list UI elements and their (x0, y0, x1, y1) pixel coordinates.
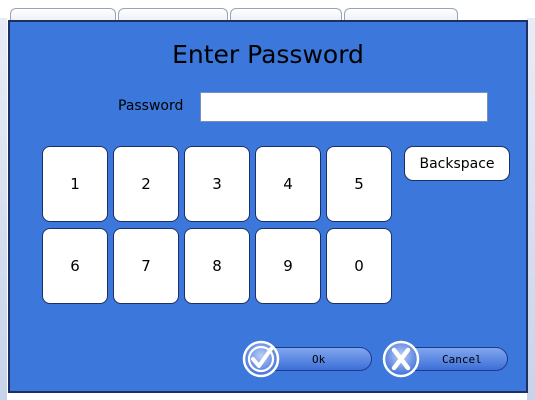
password-label: Password (118, 98, 184, 114)
x-icon (382, 340, 420, 378)
ok-label: Ok (312, 353, 326, 366)
backspace-button[interactable]: Backspace (404, 146, 510, 181)
dialog-title: Enter Password (172, 40, 364, 69)
keypad-key-3[interactable]: 3 (184, 146, 250, 222)
check-icon (242, 340, 280, 378)
keypad-key-6[interactable]: 6 (42, 228, 108, 304)
keypad-key-1[interactable]: 1 (42, 146, 108, 222)
password-dialog: Enter Password Password 1 2 3 4 5 6 7 8 … (8, 20, 528, 393)
keypad-key-4[interactable]: 4 (255, 146, 321, 222)
keypad-key-7[interactable]: 7 (113, 228, 179, 304)
background-tab-strip (0, 0, 535, 21)
keypad-key-8[interactable]: 8 (184, 228, 250, 304)
ok-button[interactable]: Ok (242, 340, 372, 378)
cancel-label: Cancel (442, 353, 482, 366)
keypad-key-2[interactable]: 2 (113, 146, 179, 222)
cancel-button[interactable]: Cancel (382, 340, 508, 378)
background-panel-left (0, 18, 7, 400)
keypad-key-0[interactable]: 0 (326, 228, 392, 304)
keypad-key-9[interactable]: 9 (255, 228, 321, 304)
background-panel-right (527, 18, 535, 400)
password-input[interactable] (200, 92, 488, 122)
keypad-key-5[interactable]: 5 (326, 146, 392, 222)
